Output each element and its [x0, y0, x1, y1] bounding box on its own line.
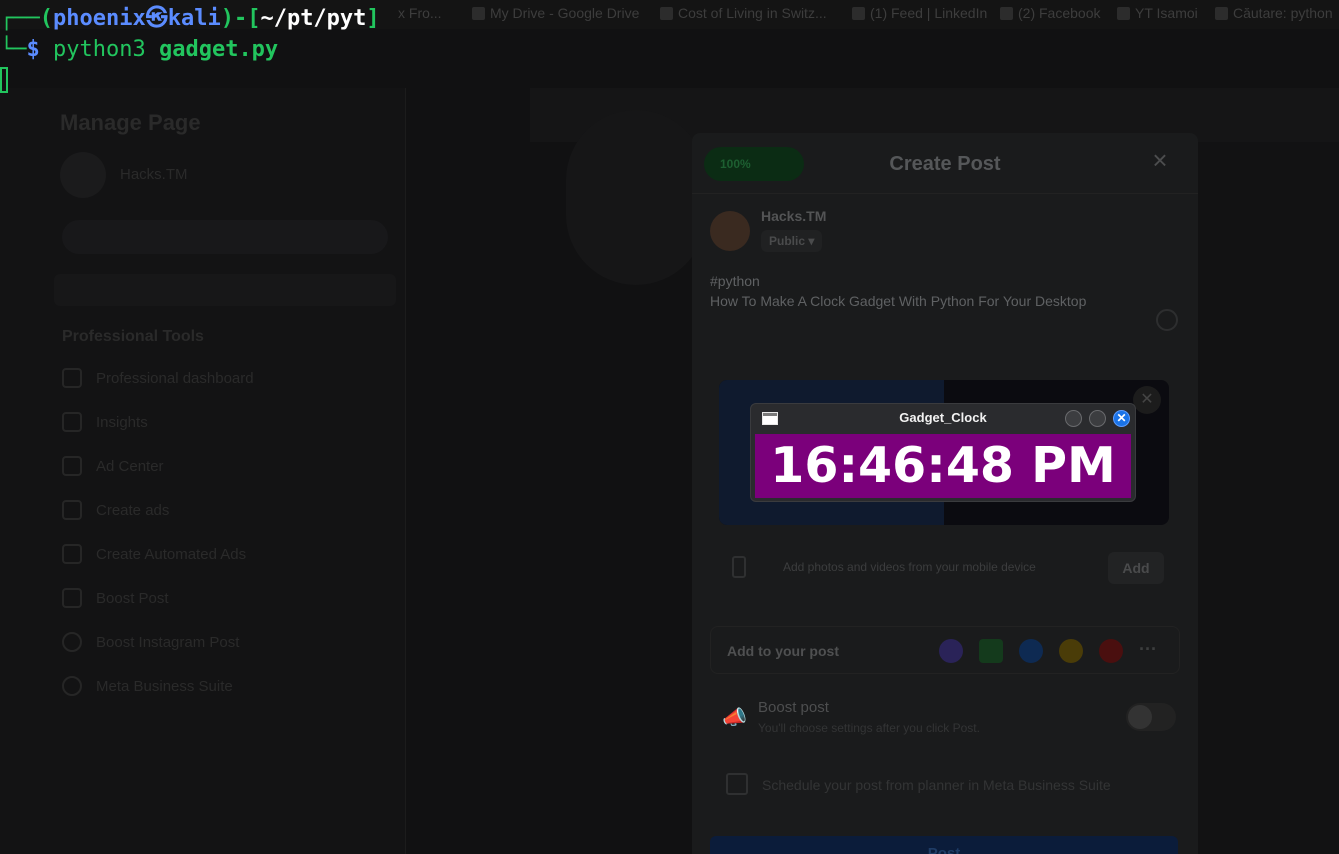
toggle-knob	[1128, 705, 1152, 729]
page-avatar[interactable]	[60, 152, 106, 198]
feeling-icon[interactable]	[1059, 639, 1083, 663]
nav-item[interactable]: Insights	[96, 414, 148, 431]
add-button[interactable]: Add	[1108, 552, 1164, 584]
bookmark[interactable]: Cost of Living in Switz...	[660, 5, 827, 21]
left-navigation: Manage Page Hacks.TM Professional Tools …	[0, 88, 406, 854]
prompt-bracket: ]	[366, 6, 380, 31]
add-to-post-label: Add to your post	[727, 643, 839, 659]
post-text-line[interactable]: How To Make A Clock Gadget With Python F…	[710, 293, 1086, 309]
prompt-host: kali	[167, 6, 221, 31]
post-text-line[interactable]: #python	[710, 273, 760, 289]
schedule-row[interactable]: Schedule your post from planner in Meta …	[710, 767, 1180, 803]
bookmark-label: (2) Facebook	[1018, 5, 1101, 21]
nav-item[interactable]: Professional dashboard	[96, 370, 254, 387]
prompt-symbol: $	[26, 37, 40, 62]
nav-title: Manage Page	[60, 110, 201, 135]
terminal-cursor	[0, 67, 8, 93]
command-argument: gadget.py	[158, 37, 279, 62]
prompt-bracket: ┌──(	[0, 6, 53, 31]
boost-row: 📣 Boost post You'll choose settings afte…	[710, 693, 1180, 743]
bookmark[interactable]: YT Isamoi	[1117, 5, 1198, 21]
prompt-separator: ㉿	[145, 6, 168, 31]
command: python3	[53, 37, 146, 62]
youtube-icon	[1117, 6, 1130, 20]
right-column	[1198, 142, 1339, 854]
schedule-text: Schedule your post from planner in Meta …	[762, 777, 1111, 793]
boost-title: Boost post	[758, 699, 829, 716]
boost-subtitle: You'll choose settings after you click P…	[758, 721, 980, 735]
window-titlebar[interactable]: Gadget_Clock ✕	[751, 404, 1135, 432]
add-to-post-bar: Add to your post ···	[710, 626, 1180, 674]
calendar-icon	[726, 773, 748, 795]
facebook-icon	[1000, 6, 1013, 20]
nav-item[interactable]: Meta Business Suite	[96, 678, 233, 695]
ad-center-icon	[62, 456, 82, 476]
prompt-bracket: )-[	[220, 6, 261, 31]
search-site-icon	[1215, 6, 1228, 20]
emoji-icon[interactable]	[1156, 309, 1178, 331]
boost-post-icon	[62, 588, 82, 608]
page-name[interactable]: Hacks.TM	[120, 166, 188, 183]
bookmark[interactable]: Căutare: python	[1215, 5, 1333, 21]
dashboard-icon	[62, 368, 82, 388]
tag-people-icon[interactable]	[939, 639, 963, 663]
mobile-upload-row: Add photos and videos from your mobile d…	[710, 546, 1180, 590]
avatar	[710, 211, 750, 251]
post-button[interactable]: Post	[710, 836, 1178, 854]
nav-section-title: Professional Tools	[62, 328, 204, 345]
nav-item[interactable]: Boost Post	[96, 590, 169, 607]
phone-icon	[732, 556, 746, 578]
gadget-clock-window[interactable]: Gadget_Clock ✕ 16:46:48 PM	[750, 403, 1136, 502]
more-icon[interactable]: ···	[1139, 639, 1157, 660]
dialog-title: Create Post	[889, 153, 1001, 175]
bookmark-label: YT Isamoi	[1135, 5, 1198, 21]
boost-toggle[interactable]	[1126, 703, 1176, 731]
prompt-user: phoenix	[52, 6, 146, 31]
instagram-icon	[62, 632, 82, 652]
close-button[interactable]: ✕	[1113, 410, 1130, 427]
nav-selected-item[interactable]	[54, 274, 396, 306]
prompt-line-1: ┌──(phoenix㉿kali)-[~/pt/pyt]	[0, 3, 380, 34]
linkedin-icon	[852, 6, 865, 20]
prompt-bracket: └─	[0, 37, 27, 62]
terminal[interactable]: ┌──(phoenix㉿kali)-[~/pt/pyt] └─$ python3…	[0, 0, 600, 96]
nav-item[interactable]: Create Automated Ads	[96, 546, 246, 563]
maximize-button[interactable]	[1089, 410, 1106, 427]
insights-icon	[62, 412, 82, 432]
clock-face: 16:46:48 PM	[755, 434, 1131, 498]
bookmark[interactable]: (1) Feed | LinkedIn	[852, 5, 987, 21]
divider	[692, 193, 1198, 194]
privacy-selector[interactable]: Public ▾	[761, 230, 823, 252]
minimize-button[interactable]	[1065, 410, 1082, 427]
close-icon[interactable]: ×	[1148, 147, 1172, 173]
bookmark[interactable]: (2) Facebook	[1000, 5, 1100, 21]
location-icon[interactable]	[1099, 639, 1123, 663]
remove-media-icon[interactable]: ✕	[1133, 386, 1161, 414]
bookmark-label: Căutare: python	[1233, 5, 1333, 21]
bookmark-label: Cost of Living in Switz...	[678, 5, 827, 21]
create-ads-icon	[62, 500, 82, 520]
messenger-icon[interactable]	[1019, 639, 1043, 663]
nav-item[interactable]: Boost Instagram Post	[96, 634, 239, 651]
clock-time: 16:46:48 PM	[770, 437, 1116, 494]
automated-ads-icon	[62, 544, 82, 564]
megaphone-icon: 📣	[722, 707, 747, 729]
search-input[interactable]	[62, 220, 388, 254]
nav-item[interactable]: Ad Center	[96, 458, 164, 475]
mobile-upload-text: Add photos and videos from your mobile d…	[783, 560, 1036, 574]
screen: Manage Page Hacks.TM Professional Tools …	[0, 0, 1339, 854]
photo-icon[interactable]	[979, 639, 1003, 663]
nav-item[interactable]: Create ads	[96, 502, 169, 519]
profile-picture	[566, 110, 706, 285]
prompt-line-2: └─$ python3 gadget.py	[0, 34, 278, 65]
prompt-path: ~/pt/pyt	[260, 6, 367, 31]
meta-business-icon	[62, 676, 82, 696]
site-icon	[660, 6, 673, 20]
author-name: Hacks.TM	[761, 208, 827, 224]
bookmark-label: (1) Feed | LinkedIn	[870, 5, 988, 21]
